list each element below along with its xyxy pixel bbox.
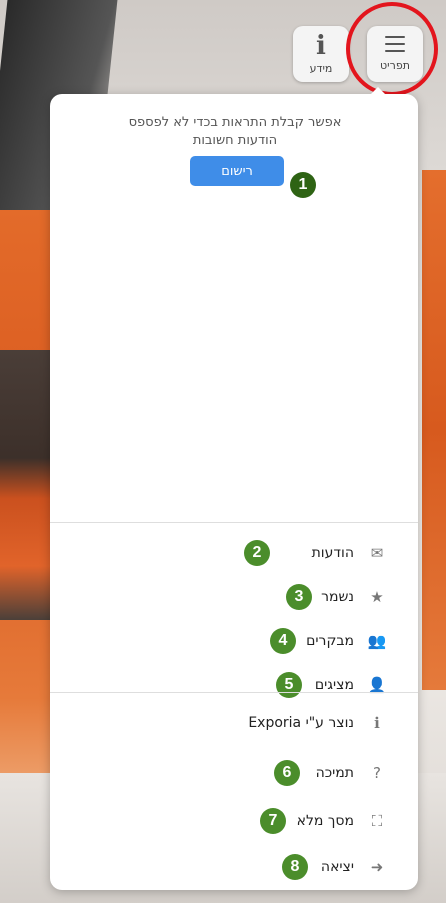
info-icon: i (316, 30, 326, 61)
menu-item-label: נוצר ע"י Exporia (248, 715, 354, 731)
menu-item-label: נשמר (321, 589, 354, 605)
menu-item-label: מבקרים (306, 633, 354, 649)
users-icon: 👥 (367, 632, 387, 650)
step-badge-1: 1 (290, 172, 316, 198)
background-forklift (0, 350, 52, 620)
menu-item-created-by[interactable]: נוצר ע"י Exporia ℹ (50, 706, 418, 740)
step-badge-7: 7 (260, 808, 286, 834)
star-icon: ★ (370, 588, 384, 606)
menu-divider (50, 522, 418, 523)
menu-panel: אפשר קבלת התראות בכדי לא לפספס הודעות חש… (50, 87, 418, 890)
menu-item-label: מציגים (314, 677, 354, 693)
notification-prompt: אפשר קבלת התראות בכדי לא לפספס הודעות חש… (128, 115, 342, 148)
envelope-icon: ✉ (370, 544, 384, 562)
info-button[interactable]: i מידע (293, 26, 349, 82)
background-booth-right (422, 170, 446, 690)
highlight-ring (346, 2, 438, 96)
menu-item-support[interactable]: תמיכה ? (50, 756, 418, 790)
step-badge-3: 3 (286, 584, 312, 610)
menu-item-label: יציאה (320, 859, 354, 875)
menu-item-label: מסך מלא (296, 813, 354, 829)
menu-item-fullscreen[interactable]: מסך מלא ⛶ (50, 804, 418, 838)
sign-out-icon: ➜ (370, 858, 384, 876)
expand-icon: ⛶ (371, 812, 383, 830)
menu-divider (50, 692, 418, 693)
step-badge-4: 4 (270, 628, 296, 654)
menu-item-exhibitors[interactable]: מציגים 👤 (50, 668, 418, 702)
menu-item-messages[interactable]: הודעות ✉ (50, 536, 418, 570)
menu-item-label: תמיכה (315, 765, 354, 781)
info-button-label: מידע (309, 61, 333, 75)
menu-item-label: הודעות (311, 545, 354, 561)
menu-item-logout[interactable]: יציאה ➜ (50, 850, 418, 884)
step-badge-5: 5 (276, 672, 302, 698)
step-badge-2: 2 (244, 540, 270, 566)
step-badge-8: 8 (282, 854, 308, 880)
menu-item-saved[interactable]: נשמר ★ (50, 580, 418, 614)
register-button[interactable]: רישום (190, 156, 284, 186)
info-circle-icon: ℹ (374, 714, 380, 732)
question-circle-icon: ? (373, 764, 381, 782)
step-badge-6: 6 (274, 760, 300, 786)
menu-item-visitors[interactable]: מבקרים 👥 (50, 624, 418, 658)
